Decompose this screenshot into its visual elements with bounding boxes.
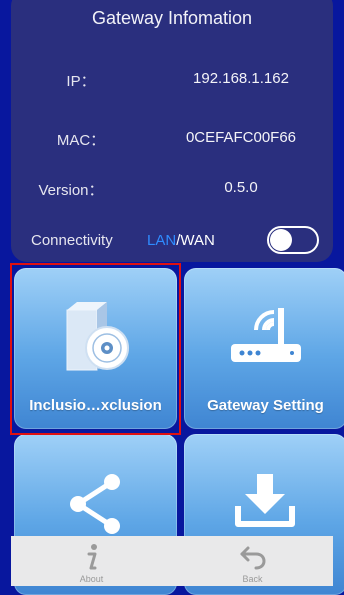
about-label: About — [79, 574, 104, 584]
toggle-knob — [270, 229, 292, 251]
bottom-tab-bar: About Back — [11, 536, 333, 586]
connectivity-toggle[interactable] — [267, 226, 319, 254]
connectivity-label: Connectivity — [31, 232, 113, 249]
share-icon — [70, 474, 120, 534]
download-icon — [235, 474, 295, 527]
ip-label: IP： — [66, 73, 96, 90]
connectivity-row: Connectivity LAN/WAN — [11, 226, 333, 256]
connectivity-lan: LAN — [147, 232, 177, 249]
selection-highlight — [10, 263, 181, 435]
tile-label: Gateway Setting — [207, 397, 324, 414]
version-value: 0.5.0 — [224, 179, 258, 196]
back-label: Back — [242, 574, 263, 584]
back-arrow-icon — [240, 546, 266, 570]
info-icon — [87, 544, 97, 570]
ip-row: IP： 192.168.1.162 — [11, 70, 333, 94]
gateway-info-card: Gateway Infomation IP： 192.168.1.162 MAC… — [11, 0, 333, 262]
gateway-info-title: Gateway Infomation — [91, 8, 253, 28]
version-row: Version： 0.5.0 — [11, 179, 333, 203]
mac-row: MAC： 0CEFAFC00F66 — [11, 129, 333, 153]
ip-value: 192.168.1.162 — [193, 70, 289, 87]
mac-value: 0CEFAFC00F66 — [185, 129, 297, 146]
gateway-setting-tile[interactable]: Gateway Setting — [184, 268, 344, 429]
about-tab[interactable]: About — [11, 536, 172, 586]
router-icon — [231, 308, 301, 362]
version-label: Version： — [38, 182, 104, 199]
connectivity-mode: LAN/WAN — [147, 232, 215, 249]
connectivity-wan: WAN — [180, 232, 215, 249]
mac-label: MAC： — [56, 132, 106, 149]
back-tab[interactable]: Back — [172, 536, 333, 586]
